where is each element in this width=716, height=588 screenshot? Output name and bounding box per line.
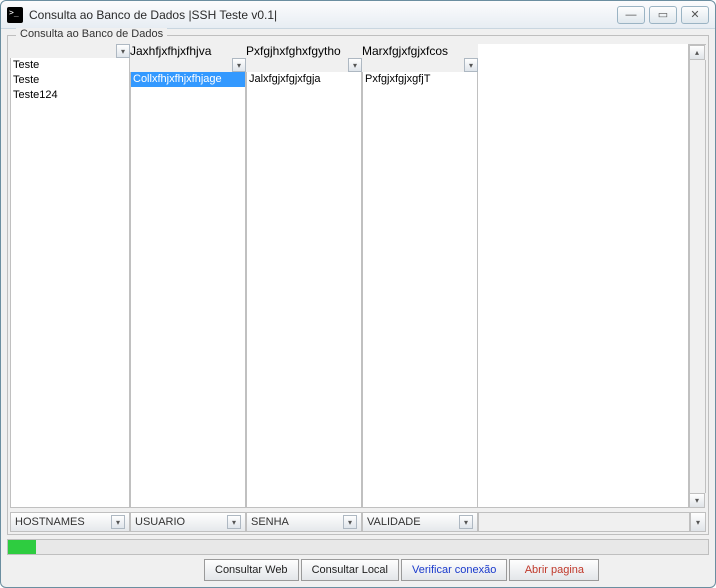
list-item[interactable]: PxfgjxfgjxgfjT	[363, 72, 477, 87]
progress-bar	[7, 539, 709, 555]
list-item[interactable]: Teste	[11, 73, 129, 88]
combo-hostnames[interactable]: HOSTNAMES ▾	[10, 512, 130, 532]
combo-validade[interactable]: VALIDADE ▾	[362, 512, 478, 532]
consultar-web-button[interactable]: Consultar Web	[204, 559, 299, 581]
abrir-pagina-button[interactable]: Abrir pagina	[509, 559, 599, 581]
combo-usuario[interactable]: USUARIO ▾	[130, 512, 246, 532]
combo-label: VALIDADE	[367, 516, 421, 528]
column-filler	[478, 44, 689, 508]
titlebar[interactable]: Consulta ao Banco de Dados |SSH Teste v0…	[1, 1, 715, 29]
combo-senha[interactable]: SENHA ▾	[246, 512, 362, 532]
chevron-down-icon[interactable]: ▾	[343, 515, 357, 529]
combo-label: USUARIO	[135, 516, 185, 528]
empty-listbox	[478, 44, 689, 508]
button-spacer	[7, 559, 202, 581]
list-item[interactable]: Jalxfgjxfgjxfgja	[247, 72, 361, 87]
column-header-text: Jaxhfjxfhjxfhjva	[130, 44, 211, 58]
listbox-validade[interactable]: PxfgjxfgjxgfjT	[362, 72, 478, 508]
scroll-down-icon[interactable]: ▾	[689, 493, 705, 508]
consultar-local-button[interactable]: Consultar Local	[301, 559, 399, 581]
minimize-button[interactable]: —	[617, 6, 645, 24]
column-senha: Pxfgjhxfghxfgytho ▾ Jalxfgjxfgjxfgja	[246, 44, 362, 508]
maximize-icon: ▭	[658, 8, 668, 21]
combo-label: HOSTNAMES	[15, 516, 85, 528]
footer-combos: HOSTNAMES ▾ USUARIO ▾ SENHA ▾ VALIDADE ▾…	[8, 510, 708, 534]
column-header[interactable]: Pxfgjhxfghxfgytho ▾	[246, 44, 362, 72]
column-usuario: Jaxhfjxfhjxfhjva ▾ Collxfhjxfhjxfhjage	[130, 44, 246, 508]
app-icon	[7, 7, 23, 23]
progress-fill	[8, 540, 36, 554]
app-window: Consulta ao Banco de Dados |SSH Teste v0…	[0, 0, 716, 588]
column-header[interactable]: Jaxhfjxfhjxfhjva ▾	[130, 44, 246, 72]
list-item[interactable]: Teste124	[11, 88, 129, 103]
window-title: Consulta ao Banco de Dados |SSH Teste v0…	[29, 8, 617, 22]
vertical-scrollbar[interactable]: ▴ ▾	[689, 44, 706, 508]
scroll-track[interactable]	[689, 60, 706, 493]
chevron-down-icon[interactable]: ▾	[464, 58, 478, 72]
column-hostnames: ▾ Teste Teste Teste124	[10, 44, 130, 508]
footer-filler	[478, 512, 690, 532]
maximize-button[interactable]: ▭	[649, 6, 677, 24]
column-validade: Marxfgjxfgjxfcos ▾ PxfgjxfgjxgfjT	[362, 44, 478, 508]
column-header-text: Marxfgjxfgjxfcos	[362, 44, 448, 58]
chevron-down-icon[interactable]: ▾	[116, 44, 130, 58]
list-item[interactable]: Teste	[11, 58, 129, 73]
button-row: Consultar Web Consultar Local Verificar …	[5, 555, 711, 583]
column-header[interactable]: ▾	[10, 44, 130, 58]
column-header-text: Pxfgjhxfghxfgytho	[246, 44, 341, 58]
chevron-down-icon[interactable]: ▾	[232, 58, 246, 72]
scroll-down-icon[interactable]: ▾	[690, 512, 706, 532]
listbox-hostnames[interactable]: Teste Teste Teste124	[10, 58, 130, 508]
client-area: Consulta ao Banco de Dados ▾ Teste Teste…	[5, 33, 711, 583]
window-controls: — ▭ ✕	[617, 6, 709, 24]
list-item[interactable]: Collxfhjxfhjxfhjage	[131, 72, 245, 87]
chevron-down-icon[interactable]: ▾	[111, 515, 125, 529]
chevron-down-icon[interactable]: ▾	[459, 515, 473, 529]
minimize-icon: —	[626, 9, 637, 21]
listbox-senha[interactable]: Jalxfgjxfgjxfgja	[246, 72, 362, 508]
listbox-usuario[interactable]: Collxfhjxfhjxfhjage	[130, 72, 246, 508]
columns-container: ▾ Teste Teste Teste124 Jaxhfjxfhjxfhjva …	[8, 36, 708, 510]
combo-label: SENHA	[251, 516, 289, 528]
chevron-down-icon[interactable]: ▾	[227, 515, 241, 529]
groupbox: Consulta ao Banco de Dados ▾ Teste Teste…	[7, 35, 709, 535]
scroll-up-icon[interactable]: ▴	[689, 45, 705, 60]
close-icon: ✕	[690, 8, 699, 21]
close-button[interactable]: ✕	[681, 6, 709, 24]
chevron-down-icon[interactable]: ▾	[348, 58, 362, 72]
verificar-conexao-button[interactable]: Verificar conexão	[401, 559, 507, 581]
column-header[interactable]: Marxfgjxfgjxfcos ▾	[362, 44, 478, 72]
